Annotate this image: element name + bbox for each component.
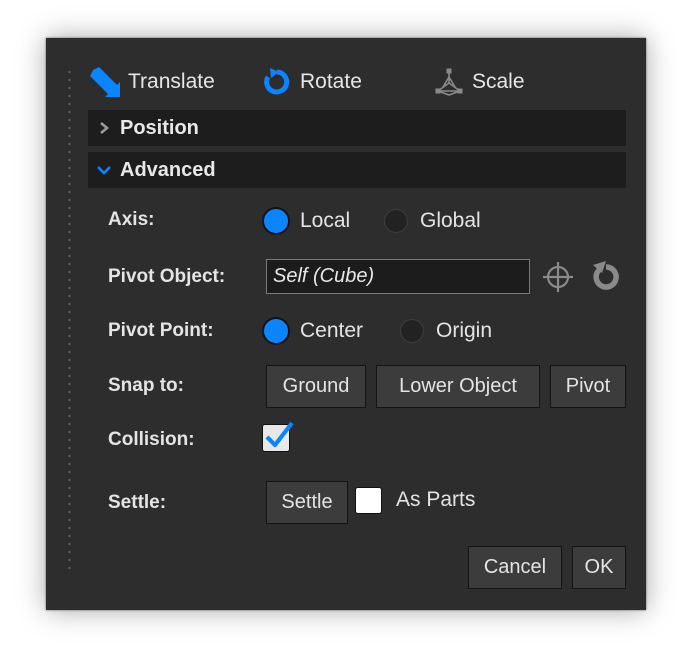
pivot-origin-radio[interactable]: Origin [400,319,492,343]
snap-to-label: Snap to: [108,375,184,396]
scale-gizmo-icon [434,67,464,97]
scale-label: Scale [472,70,525,93]
translate-label: Translate [128,70,215,93]
transform-panel: Translate Rotate Scale Position Advanced… [46,38,646,610]
advanced-section-title: Advanced [120,158,216,181]
radio-selected-indicator [264,319,288,343]
pivot-point-label: Pivot Point: [108,320,214,341]
rotate-icon [262,67,292,97]
settle-label: Settle: [108,492,167,513]
axis-global-radio[interactable]: Global [384,209,481,233]
translate-tool-button[interactable]: Translate [90,64,215,100]
transform-toolbar: Translate Rotate Scale [90,64,610,100]
axis-global-label: Global [420,209,481,232]
crosshair-icon[interactable] [542,261,574,298]
scale-tool-button[interactable]: Scale [434,64,525,100]
pivot-object-label: Pivot Object: [108,266,226,287]
radio-unselected-indicator [384,209,408,233]
snap-ground-button[interactable]: Ground [266,365,366,408]
position-section-header[interactable]: Position [88,110,626,146]
pivot-center-label: Center [300,319,364,342]
checkmark-icon [265,421,294,448]
snap-lower-object-button[interactable]: Lower Object [376,365,540,408]
collision-checkbox[interactable] [262,421,294,452]
advanced-section-header[interactable]: Advanced [88,152,626,188]
rotate-label: Rotate [300,70,362,93]
cancel-button[interactable]: Cancel [468,546,562,589]
panel-gripper[interactable] [68,68,71,570]
collision-label: Collision: [108,429,195,450]
radio-unselected-indicator [400,319,424,343]
arrow-move-icon [90,67,120,97]
radio-selected-indicator [264,209,288,233]
reset-icon[interactable] [589,260,623,299]
axis-label: Axis: [108,209,155,230]
ok-button[interactable]: OK [572,546,626,589]
position-section-title: Position [120,116,199,139]
chevron-down-icon [88,164,120,176]
as-parts-checkbox[interactable] [355,487,382,514]
snap-pivot-button[interactable]: Pivot [550,365,626,408]
as-parts-label: As Parts [396,488,476,511]
rotate-tool-button[interactable]: Rotate [262,64,362,100]
axis-local-label: Local [300,209,351,232]
axis-local-radio[interactable]: Local [264,209,350,233]
chevron-right-icon [88,121,120,135]
pivot-origin-label: Origin [436,319,493,342]
pivot-center-radio[interactable]: Center [264,319,363,343]
settle-button[interactable]: Settle [266,481,348,524]
pivot-object-field[interactable]: Self (Cube) [266,259,530,294]
